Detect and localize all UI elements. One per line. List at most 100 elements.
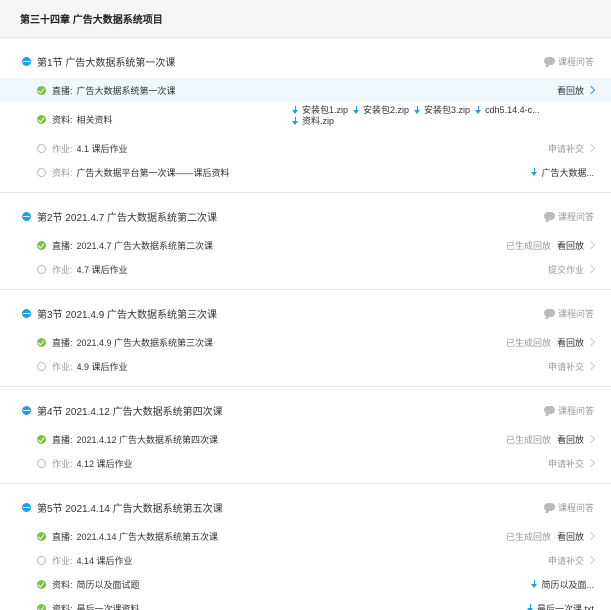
file-link[interactable]: 安装包3.zip	[414, 105, 470, 116]
resource-row: 资料: 广告大数据平台第一次课——课后资料 广告大数据...	[0, 160, 611, 184]
empty-circle-icon	[37, 143, 46, 153]
row-type: 直播:	[52, 85, 73, 96]
row-type: 作业:	[52, 555, 73, 566]
section-header[interactable]: 第5节 2021.4.14 广告大数据系统第五次课 课程问答	[0, 490, 611, 524]
check-circle-icon	[37, 531, 46, 541]
row-type: 直播:	[52, 434, 73, 445]
download-icon	[531, 167, 538, 177]
replay-status: 已生成回放	[505, 240, 551, 251]
section-header[interactable]: 第1节 广告大数据系统第一次课 课程问答	[0, 44, 611, 78]
chevron-right-icon	[586, 143, 596, 153]
section-icon	[22, 211, 31, 221]
chevron-right-icon	[586, 434, 596, 444]
chat-bubble-icon	[543, 503, 555, 511]
row-title: 2021.4.14 广告大数据系统第五次课	[76, 531, 219, 542]
row-type: 直播:	[52, 531, 73, 542]
replay-status: 已生成回放	[505, 531, 551, 542]
file-link[interactable]: cdh5.14.4-c...	[475, 105, 540, 116]
qa-button[interactable]: 课程问答	[543, 210, 594, 223]
homework-row[interactable]: 作业: 4.12 课后作业 申请补交	[0, 451, 611, 475]
check-circle-icon	[37, 337, 46, 347]
watch-replay-button[interactable]: 看回放	[557, 530, 584, 543]
row-type: 直播:	[52, 240, 73, 251]
section-title: 第4节 2021.4.12 广告大数据系统第四次课	[37, 406, 223, 418]
row-title: 4.9 课后作业	[76, 361, 128, 372]
homework-row[interactable]: 作业: 4.9 课后作业 申请补交	[0, 354, 611, 378]
chat-bubble-icon	[543, 212, 555, 220]
watch-replay-button[interactable]: 看回放	[557, 239, 584, 252]
chevron-right-icon	[586, 264, 596, 274]
live-row[interactable]: 直播: 2021.4.9 广告大数据系统第三次课 已生成回放 看回放	[0, 330, 611, 354]
live-row[interactable]: 直播: 2021.4.12 广告大数据系统第四次课 已生成回放 看回放	[0, 427, 611, 451]
section-title: 第1节 广告大数据系统第一次课	[37, 57, 176, 69]
homework-row[interactable]: 作业: 4.7 课后作业 提交作业	[0, 257, 611, 281]
row-title: 最后一次课资料	[76, 603, 140, 610]
chat-bubble-icon	[543, 406, 555, 414]
homework-row[interactable]: 作业: 4.14 课后作业 申请补交	[0, 548, 611, 572]
download-icon	[353, 106, 360, 115]
submit-homework-button[interactable]: 提交作业	[548, 263, 584, 276]
replay-status: 已生成回放	[505, 337, 551, 348]
row-title: 2021.4.9 广告大数据系统第三次课	[76, 337, 214, 348]
file-link[interactable]: 最后一次课.txt	[526, 602, 594, 610]
empty-circle-icon	[37, 555, 46, 565]
chevron-right-icon	[586, 458, 596, 468]
live-row[interactable]: 直播: 2021.4.14 广告大数据系统第五次课 已生成回放 看回放	[0, 524, 611, 548]
row-title: 4.1 课后作业	[76, 143, 128, 154]
file-link[interactable]: 安装包2.zip	[353, 105, 409, 116]
qa-button[interactable]: 课程问答	[543, 501, 594, 514]
chat-bubble-icon	[543, 57, 555, 65]
row-type: 作业:	[52, 143, 73, 154]
row-type: 直播:	[52, 337, 73, 348]
file-link[interactable]: 资料.zip	[292, 116, 334, 127]
qa-button[interactable]: 课程问答	[543, 307, 594, 320]
chevron-right-icon	[586, 240, 596, 250]
chapter-title: 第三十四章 广告大数据系统项目	[0, 0, 611, 38]
download-icon	[526, 603, 534, 610]
section-3: 第3节 2021.4.9 广告大数据系统第三次课 课程问答 直播: 2021.4…	[0, 290, 611, 387]
row-type: 资料:	[52, 579, 73, 590]
section-header[interactable]: 第3节 2021.4.9 广告大数据系统第三次课 课程问答	[0, 296, 611, 330]
apply-resubmit-button[interactable]: 申请补交	[548, 457, 584, 470]
chevron-right-icon	[586, 555, 596, 565]
section-icon	[22, 405, 31, 415]
section-4: 第4节 2021.4.12 广告大数据系统第四次课 课程问答 直播: 2021.…	[0, 387, 611, 484]
section-icon	[22, 56, 31, 66]
row-title: 广告大数据平台第一次课——课后资料	[76, 167, 230, 178]
watch-replay-button[interactable]: 看回放	[557, 336, 584, 349]
section-header[interactable]: 第2节 2021.4.7 广告大数据系统第二次课 课程问答	[0, 199, 611, 233]
homework-row[interactable]: 作业: 4.1 课后作业 申请补交	[0, 136, 611, 160]
qa-button[interactable]: 课程问答	[543, 404, 594, 417]
apply-resubmit-button[interactable]: 申请补交	[548, 142, 584, 155]
file-link[interactable]: 简历以及面...	[531, 578, 594, 591]
row-title: 4.7 课后作业	[76, 264, 128, 275]
live-row[interactable]: 直播: 广告大数据系统第一次课 看回放	[0, 78, 611, 102]
check-circle-icon	[37, 603, 46, 610]
check-circle-icon	[37, 114, 46, 124]
section-icon	[22, 502, 31, 512]
check-circle-icon	[37, 579, 46, 589]
section-header[interactable]: 第4节 2021.4.12 广告大数据系统第四次课 课程问答	[0, 393, 611, 427]
file-link[interactable]: 广告大数据...	[531, 166, 594, 179]
row-title: 简历以及面试题	[76, 579, 140, 590]
row-type: 资料:	[52, 603, 73, 610]
download-icon	[531, 579, 538, 589]
watch-replay-button[interactable]: 看回放	[557, 433, 584, 446]
section-title: 第3节 2021.4.9 广告大数据系统第三次课	[37, 309, 218, 321]
resource-row: 资料: 简历以及面试题 简历以及面...	[0, 572, 611, 596]
check-circle-icon	[37, 434, 46, 444]
row-title: 2021.4.7 广告大数据系统第二次课	[76, 240, 214, 251]
empty-circle-icon	[37, 264, 46, 274]
apply-resubmit-button[interactable]: 申请补交	[548, 360, 584, 373]
apply-resubmit-button[interactable]: 申请补交	[548, 554, 584, 567]
watch-replay-button[interactable]: 看回放	[557, 84, 584, 97]
live-row[interactable]: 直播: 2021.4.7 广告大数据系统第二次课 已生成回放 看回放	[0, 233, 611, 257]
empty-circle-icon	[37, 361, 46, 371]
qa-button[interactable]: 课程问答	[543, 55, 594, 68]
row-title: 4.12 课后作业	[76, 458, 133, 469]
file-list: 安装包1.zip 安装包2.zip 安装包3.zip cdh5.14.4-c..…	[292, 105, 562, 127]
download-icon	[292, 106, 299, 115]
row-title: 4.14 课后作业	[76, 555, 133, 566]
empty-circle-icon	[37, 167, 46, 177]
file-link[interactable]: 安装包1.zip	[292, 105, 348, 116]
